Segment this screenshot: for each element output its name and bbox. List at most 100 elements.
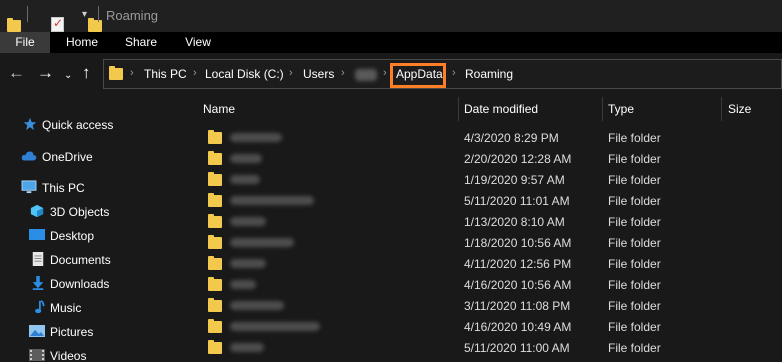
date-modified: 2/20/2020 12:28 AM <box>464 152 572 166</box>
file-list: Name Date modified Type Size 4/3/2020 8:… <box>190 95 782 362</box>
column-header-type[interactable]: Type <box>608 102 634 116</box>
sidebar-item-documents[interactable]: Documents <box>0 249 190 271</box>
breadcrumb-user-redacted[interactable] <box>355 69 377 81</box>
sidebar-item-quick-access[interactable]: Quick access <box>0 114 190 136</box>
table-row[interactable]: 4/11/2020 12:56 PM File folder <box>190 253 782 274</box>
navigation-pane: Quick access OneDrive This PC 3D Objects… <box>0 95 190 362</box>
date-modified: 4/16/2020 10:49 AM <box>464 320 572 334</box>
column-header-date-modified[interactable]: Date modified <box>464 102 538 116</box>
sidebar-item-videos[interactable]: Videos <box>0 345 190 362</box>
monitor-icon <box>21 180 37 194</box>
sidebar-item-onedrive[interactable]: OneDrive <box>0 146 190 168</box>
file-name-redacted <box>230 259 266 268</box>
file-name-redacted <box>230 154 262 163</box>
sidebar-item-music[interactable]: Music <box>0 297 190 319</box>
table-row[interactable]: 1/13/2020 8:10 AM File folder <box>190 211 782 232</box>
music-icon <box>35 300 45 314</box>
sidebar-item-label: Pictures <box>50 325 94 339</box>
customize-toolbar-icon[interactable]: ▾ <box>82 9 87 20</box>
folder-icon[interactable] <box>7 18 21 32</box>
back-button[interactable]: ← <box>8 64 25 82</box>
date-modified: 5/11/2020 11:00 AM <box>464 341 570 355</box>
column-header-size[interactable]: Size <box>728 102 751 116</box>
pictures-icon <box>29 325 45 337</box>
breadcrumb-separator: › <box>193 67 197 79</box>
forward-button[interactable]: → <box>37 64 54 82</box>
date-modified: 4/16/2020 10:56 AM <box>464 278 572 292</box>
ribbon-tabs: File Home Share View <box>0 32 782 53</box>
file-type: File folder <box>608 236 661 250</box>
column-divider[interactable] <box>721 97 722 121</box>
table-row[interactable]: 3/11/2020 11:08 PM File folder <box>190 295 782 316</box>
up-button[interactable]: ↑ <box>82 64 91 82</box>
file-type: File folder <box>608 173 661 187</box>
table-row[interactable]: 1/19/2020 9:57 AM File folder <box>190 169 782 190</box>
date-modified: 4/11/2020 12:56 PM <box>464 257 572 271</box>
date-modified: 1/13/2020 8:10 AM <box>464 215 565 229</box>
file-name-redacted <box>230 343 264 352</box>
tab-file[interactable]: File <box>0 32 50 53</box>
file-name-redacted <box>230 196 314 205</box>
file-type: File folder <box>608 215 661 229</box>
recent-locations-button[interactable]: ⌄ <box>64 67 72 85</box>
table-row[interactable]: 1/18/2020 10:56 AM File folder <box>190 232 782 253</box>
breadcrumb-separator: › <box>452 67 456 79</box>
table-row[interactable]: 2/20/2020 12:28 AM File folder <box>190 148 782 169</box>
breadcrumb-this-pc[interactable]: This PC <box>144 67 187 81</box>
file-type: File folder <box>608 131 661 145</box>
table-row[interactable]: 5/11/2020 11:01 AM File folder <box>190 190 782 211</box>
cube-icon <box>30 204 44 218</box>
table-row[interactable]: 4/3/2020 8:29 PM File folder <box>190 127 782 148</box>
sidebar-item-label: OneDrive <box>42 150 93 164</box>
folder-icon <box>208 340 222 354</box>
tab-view[interactable]: View <box>168 32 228 53</box>
highlight-box <box>390 63 446 88</box>
folder-icon <box>208 235 222 249</box>
documents-icon <box>32 252 44 266</box>
column-header-name[interactable]: Name <box>203 102 235 116</box>
sidebar-item-downloads[interactable]: Downloads <box>0 273 190 295</box>
date-modified: 4/3/2020 8:29 PM <box>464 131 559 145</box>
new-folder-icon[interactable] <box>88 18 102 32</box>
tab-home[interactable]: Home <box>50 32 114 53</box>
sidebar-item-label: Documents <box>50 253 111 267</box>
properties-icon[interactable] <box>51 16 64 32</box>
file-name-redacted <box>230 238 294 247</box>
file-type: File folder <box>608 299 661 313</box>
breadcrumb-separator: › <box>289 67 293 79</box>
file-name-redacted <box>230 280 256 289</box>
file-name-redacted <box>230 175 260 184</box>
navigation-bar: ← → ⌄ ↑ › This PC › Local Disk (C:) › Us… <box>0 53 782 95</box>
divider <box>27 6 28 22</box>
tab-share[interactable]: Share <box>114 32 168 53</box>
file-name-redacted <box>230 133 282 142</box>
cloud-icon <box>21 151 37 161</box>
sidebar-item-label: Quick access <box>42 118 114 132</box>
folder-icon <box>208 214 222 228</box>
table-row[interactable]: 4/16/2020 10:49 AM File folder <box>190 316 782 337</box>
breadcrumb-users[interactable]: Users <box>303 67 334 81</box>
title-bar: ▾ Roaming <box>0 0 782 32</box>
table-row[interactable]: 4/16/2020 10:56 AM File folder <box>190 274 782 295</box>
sidebar-item-desktop[interactable]: Desktop <box>0 225 190 247</box>
breadcrumb-separator: › <box>130 67 134 79</box>
date-modified: 5/11/2020 11:01 AM <box>464 194 570 208</box>
address-bar[interactable]: › This PC › Local Disk (C:) › Users › › … <box>103 59 782 89</box>
folder-icon <box>208 277 222 291</box>
folder-icon <box>208 256 222 270</box>
breadcrumb-local-disk[interactable]: Local Disk (C:) <box>205 67 284 81</box>
sidebar-item-label: Downloads <box>50 277 110 291</box>
sidebar-item-this-pc[interactable]: This PC <box>0 177 190 199</box>
sidebar-item-3d-objects[interactable]: 3D Objects <box>0 201 190 223</box>
date-modified: 1/19/2020 9:57 AM <box>464 173 565 187</box>
table-row[interactable]: 5/11/2020 11:00 AM File folder <box>190 337 782 358</box>
folder-icon <box>208 193 222 207</box>
file-type: File folder <box>608 194 661 208</box>
breadcrumb-roaming[interactable]: Roaming <box>465 67 513 81</box>
videos-icon <box>29 349 45 361</box>
sidebar-item-label: 3D Objects <box>50 205 110 219</box>
column-divider[interactable] <box>458 97 459 121</box>
column-divider[interactable] <box>602 97 603 121</box>
sidebar-item-label: Music <box>50 301 82 315</box>
sidebar-item-pictures[interactable]: Pictures <box>0 321 190 343</box>
